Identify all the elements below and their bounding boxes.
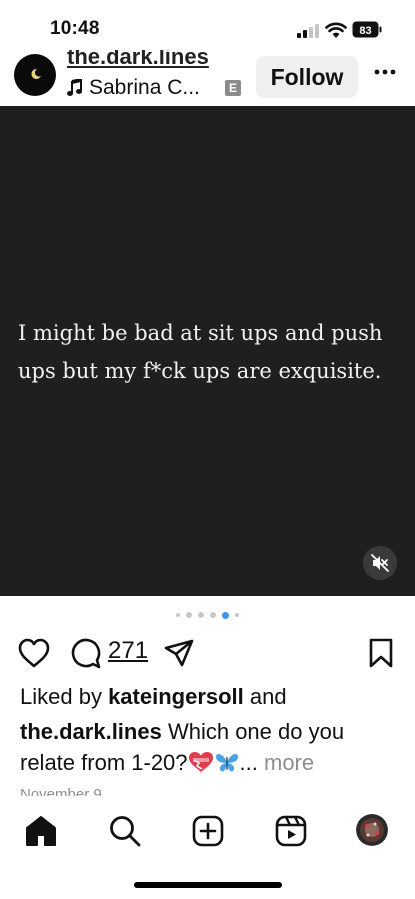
signal-icon	[297, 24, 319, 38]
post-media[interactable]: I might be bad at sit ups and push ups b…	[0, 106, 415, 596]
liked-by-prefix: Liked by	[20, 684, 109, 709]
song-label: Sabrina C...	[89, 76, 200, 99]
caption-author[interactable]: the.dark.lines	[20, 719, 162, 744]
post-caption: the.dark.lines Which one do you relate f…	[20, 716, 400, 778]
bookmark-icon[interactable]	[369, 638, 393, 668]
battery-level: 83	[359, 25, 371, 37]
liked-by-line[interactable]: Liked by kateingersoll and	[20, 684, 287, 710]
explicit-badge: E	[225, 80, 241, 96]
music-note-icon	[67, 79, 82, 96]
caption-ellipsis: ...	[239, 750, 258, 775]
home-icon[interactable]	[24, 814, 58, 848]
search-icon[interactable]	[108, 814, 142, 848]
carousel-dot	[186, 612, 192, 618]
bottom-tab-bar	[0, 798, 415, 899]
carousel-dot-active	[222, 611, 229, 619]
share-icon[interactable]	[164, 639, 194, 667]
caption-more-link[interactable]: more	[258, 750, 314, 775]
liked-by-user[interactable]: kateingersoll	[108, 684, 244, 709]
music-attribution[interactable]: Sabrina C...	[67, 76, 200, 100]
carousel-dot	[210, 612, 216, 618]
carousel-dot	[198, 612, 204, 618]
action-bar: 271	[0, 634, 415, 674]
status-time: 10:48	[50, 18, 100, 39]
media-quote-text: I might be bad at sit ups and push ups b…	[18, 321, 383, 383]
reels-icon[interactable]	[274, 814, 308, 848]
post-header: the.dark.lines Sabrina C... E Follow	[0, 50, 415, 106]
speaker-muted-icon	[371, 554, 389, 572]
more-options-icon[interactable]	[374, 68, 396, 76]
profile-avatar[interactable]	[356, 814, 388, 846]
carousel-indicator	[0, 608, 415, 622]
follow-button[interactable]: Follow	[256, 56, 358, 98]
liked-by-suffix: and	[243, 684, 287, 709]
author-username[interactable]: the.dark.lines	[67, 50, 209, 70]
create-icon[interactable]	[191, 814, 225, 848]
comment-count[interactable]: 271	[108, 637, 148, 665]
home-indicator	[134, 882, 282, 888]
butterfly-emoji-icon	[215, 754, 238, 772]
heart-icon[interactable]	[18, 638, 50, 668]
mute-button[interactable]	[363, 546, 397, 580]
author-avatar[interactable]	[14, 54, 56, 96]
carousel-dot	[235, 613, 239, 617]
wifi-icon	[325, 22, 347, 38]
moon-icon	[31, 68, 41, 79]
comment-icon[interactable]	[70, 638, 101, 669]
heart-emoji-icon	[188, 752, 213, 772]
post-date: November 9	[20, 786, 102, 796]
battery-icon: 83	[352, 21, 382, 38]
carousel-dot	[176, 613, 180, 617]
